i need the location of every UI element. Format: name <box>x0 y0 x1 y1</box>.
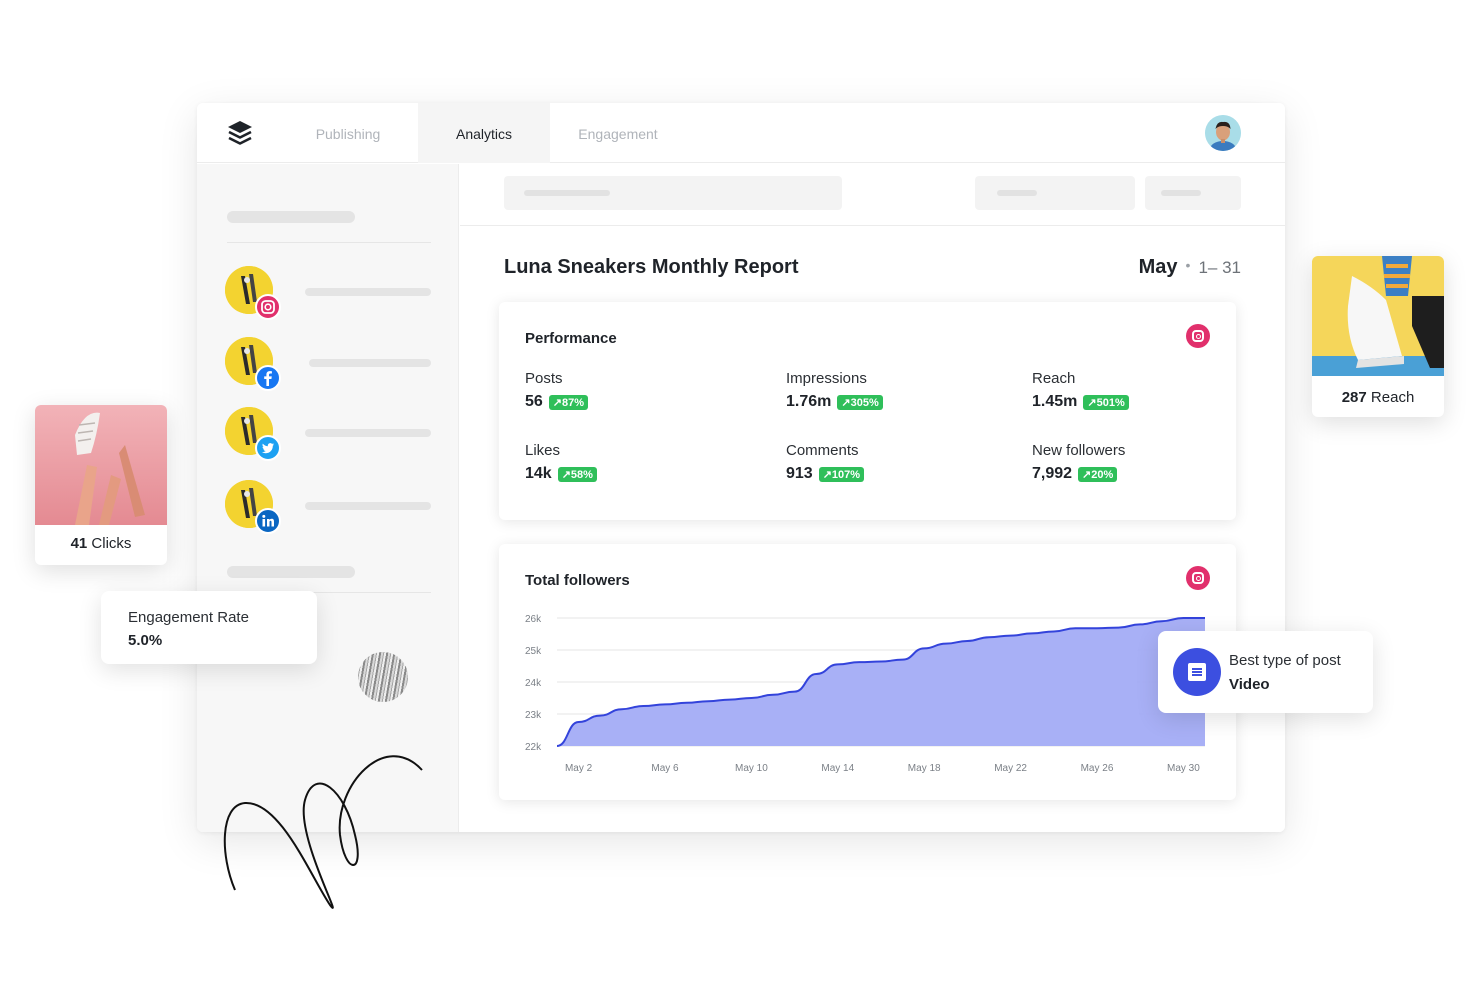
metric-comments: Comments 913 ↗107% <box>786 442 865 483</box>
followers-area-chart[interactable]: 26k 25k 24k 23k 22k May 2 May 6 May 10 May 14 May… <box>499 544 1236 800</box>
metric-value: 56 <box>525 393 543 410</box>
x-tick-label: May 14 <box>821 763 854 774</box>
instagram-icon <box>255 294 281 320</box>
user-avatar[interactable] <box>1205 115 1241 151</box>
engagement-rate-value: 5.0% <box>128 632 163 649</box>
metric-posts: Posts 56 ↗87% <box>525 370 589 411</box>
metric-reach: Reach 1.45m ↗501% <box>1032 370 1129 411</box>
x-tick-label: May 18 <box>908 763 941 774</box>
reach-label: Reach <box>1370 389 1415 406</box>
twitter-icon <box>255 435 281 461</box>
x-tick-label: May 30 <box>1167 763 1200 774</box>
best-post-type-label: Best type of post <box>1229 652 1341 669</box>
skeleton-placeholder <box>305 288 431 296</box>
report-month: May <box>1138 256 1178 278</box>
growth-badge: ↗87% <box>548 394 589 410</box>
filter-placeholder[interactable] <box>975 176 1135 210</box>
search-placeholder[interactable] <box>504 176 842 210</box>
sidebar <box>197 164 459 832</box>
x-tick-label: May 6 <box>651 763 679 774</box>
decorative-scribble <box>223 755 423 909</box>
report-title: Luna Sneakers Monthly Report <box>504 256 799 278</box>
growth-badge: ↗20% <box>1078 466 1118 482</box>
account-facebook[interactable] <box>225 337 281 391</box>
y-tick-label: 26k <box>525 614 542 625</box>
growth-badge: ↗107% <box>818 466 865 482</box>
performance-card: Performance Posts 56 ↗87% Impressions 1.7… <box>499 302 1236 520</box>
y-tick-label: 22k <box>525 742 542 753</box>
y-tick-label: 25k <box>525 646 542 657</box>
sneaker-photo <box>35 405 167 525</box>
tab-publishing[interactable]: Publishing <box>297 103 399 163</box>
metric-value: 14k <box>525 465 552 482</box>
metric-label: Likes <box>525 442 561 459</box>
metric-impressions: Impressions 1.76m ↗305% <box>786 370 883 411</box>
best-post-type-value: Video <box>1229 676 1270 693</box>
y-tick-label: 23k <box>525 710 542 721</box>
engagement-rate-label: Engagement Rate <box>128 609 249 626</box>
metric-label: New followers <box>1032 442 1126 459</box>
clicks-value: 41 <box>70 535 88 552</box>
facebook-icon <box>255 365 281 391</box>
best-post-type-card[interactable]: Best type of post Video <box>1158 631 1373 713</box>
growth-badge: ↗58% <box>557 466 597 482</box>
separator-dot: • <box>1185 257 1191 273</box>
performance-title: Performance <box>525 330 617 347</box>
metric-label: Posts <box>525 370 563 387</box>
skeleton-placeholder <box>227 211 355 223</box>
metric-value: 7,992 <box>1032 465 1073 482</box>
y-tick-label: 24k <box>525 678 542 689</box>
instagram-icon <box>1186 324 1210 348</box>
skeleton-placeholder <box>227 566 355 578</box>
metric-value: 913 <box>786 465 813 482</box>
metric-label: Comments <box>786 442 859 459</box>
metric-likes: Likes 14k ↗58% <box>525 442 597 483</box>
metric-new-followers: New followers 7,992 ↗20% <box>1032 442 1125 483</box>
x-tick-label: May 10 <box>735 763 768 774</box>
reach-caption: 287 Reach <box>1312 389 1444 406</box>
x-tick-label: May 22 <box>994 763 1027 774</box>
account-instagram[interactable] <box>225 266 281 320</box>
clicks-label: Clicks <box>91 535 132 552</box>
metric-value: 1.76m <box>786 393 832 410</box>
growth-badge: ↗501% <box>1083 394 1129 410</box>
reach-value: 287 <box>1341 389 1367 406</box>
post-document-icon <box>1173 648 1221 696</box>
skeleton-placeholder <box>309 359 431 367</box>
stage: Publishing Analytics Engagement Luna Sne… <box>0 0 1480 987</box>
growth-badge: ↗305% <box>837 394 883 410</box>
clicks-card[interactable]: 41 Clicks <box>35 405 167 565</box>
analytics-app-window: Publishing Analytics Engagement Luna Sne… <box>197 103 1285 832</box>
tab-engagement[interactable]: Engagement <box>569 103 667 163</box>
date-picker-placeholder[interactable] <box>1145 176 1241 210</box>
account-twitter[interactable] <box>225 407 281 461</box>
user-portrait-icon <box>1205 115 1241 151</box>
total-followers-card: Total followers 26k 25k 24k 23k 22k May 2 May … <box>499 544 1236 800</box>
skeleton-placeholder <box>305 429 431 437</box>
divider <box>227 242 431 243</box>
main-panel: Luna Sneakers Monthly Report May • 1– 31 P… <box>460 164 1285 832</box>
buffer-logo-icon[interactable] <box>225 119 255 149</box>
report-date-range[interactable]: May • 1– 31 <box>1139 256 1241 279</box>
x-tick-label: May 26 <box>1081 763 1114 774</box>
linkedin-icon <box>255 508 281 534</box>
reach-card[interactable]: 287 Reach <box>1312 256 1444 417</box>
metric-label: Impressions <box>786 370 867 387</box>
metric-label: Reach <box>1032 370 1076 387</box>
account-linkedin[interactable] <box>225 480 281 534</box>
x-tick-label: May 2 <box>565 763 593 774</box>
clicks-caption: 41 Clicks <box>35 535 167 552</box>
top-navigation-bar: Publishing Analytics Engagement <box>197 103 1285 163</box>
skeleton-placeholder <box>305 502 431 510</box>
texture-swatch <box>358 652 408 702</box>
report-day-range: 1– 31 <box>1198 258 1241 277</box>
engagement-rate-card[interactable]: Engagement Rate 5.0% <box>101 591 317 664</box>
divider <box>460 225 1285 226</box>
tab-analytics[interactable]: Analytics <box>418 103 550 163</box>
sneaker-photo <box>1312 256 1444 376</box>
metric-value: 1.45m <box>1032 393 1078 410</box>
